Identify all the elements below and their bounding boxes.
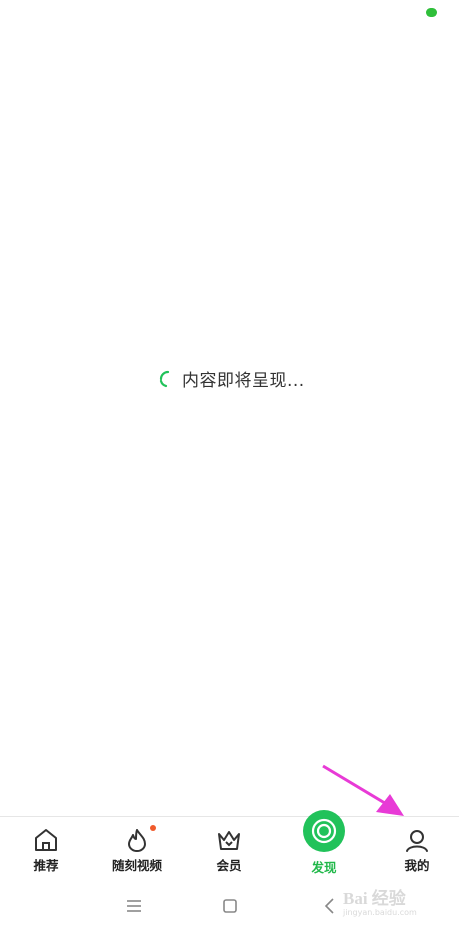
app-screen: 内容即将呈现... 推荐 随刻视频 会员 发现 我的 Bai 经验 jingya… bbox=[0, 0, 459, 931]
tab-label: 发现 bbox=[311, 860, 337, 875]
status-indicator-icon bbox=[426, 8, 437, 17]
tab-video[interactable]: 随刻视频 bbox=[91, 817, 183, 879]
watermark-url: jingyan.baidu.com bbox=[343, 908, 417, 917]
tab-vip[interactable]: 会员 bbox=[183, 817, 275, 879]
tab-profile[interactable]: 我的 bbox=[371, 817, 459, 879]
crown-icon bbox=[218, 831, 240, 850]
tab-label: 随刻视频 bbox=[111, 858, 162, 873]
loading-spinner-icon bbox=[159, 370, 170, 387]
back-icon[interactable] bbox=[320, 896, 340, 916]
tab-discover[interactable]: 发现 bbox=[278, 810, 370, 879]
watermark: Bai 经验 jingyan.baidu.com bbox=[343, 884, 417, 917]
menu-icon[interactable] bbox=[124, 896, 144, 916]
tab-label: 推荐 bbox=[33, 858, 59, 873]
bottom-tab-bar: 推荐 随刻视频 会员 发现 我的 bbox=[0, 810, 459, 879]
tab-recommend[interactable]: 推荐 bbox=[0, 817, 92, 879]
tab-label: 我的 bbox=[404, 858, 430, 873]
discover-icon bbox=[303, 810, 345, 852]
home-square-icon[interactable] bbox=[220, 896, 240, 916]
watermark-title: Bai 经验 bbox=[343, 889, 406, 908]
notification-badge bbox=[150, 825, 156, 831]
loading-text: 内容即将呈现... bbox=[182, 371, 305, 391]
tab-label: 会员 bbox=[216, 858, 242, 873]
home-icon bbox=[35, 829, 57, 851]
flame-icon bbox=[128, 829, 146, 852]
profile-icon bbox=[406, 830, 428, 852]
loading-indicator: 内容即将呈现... bbox=[158, 366, 305, 391]
